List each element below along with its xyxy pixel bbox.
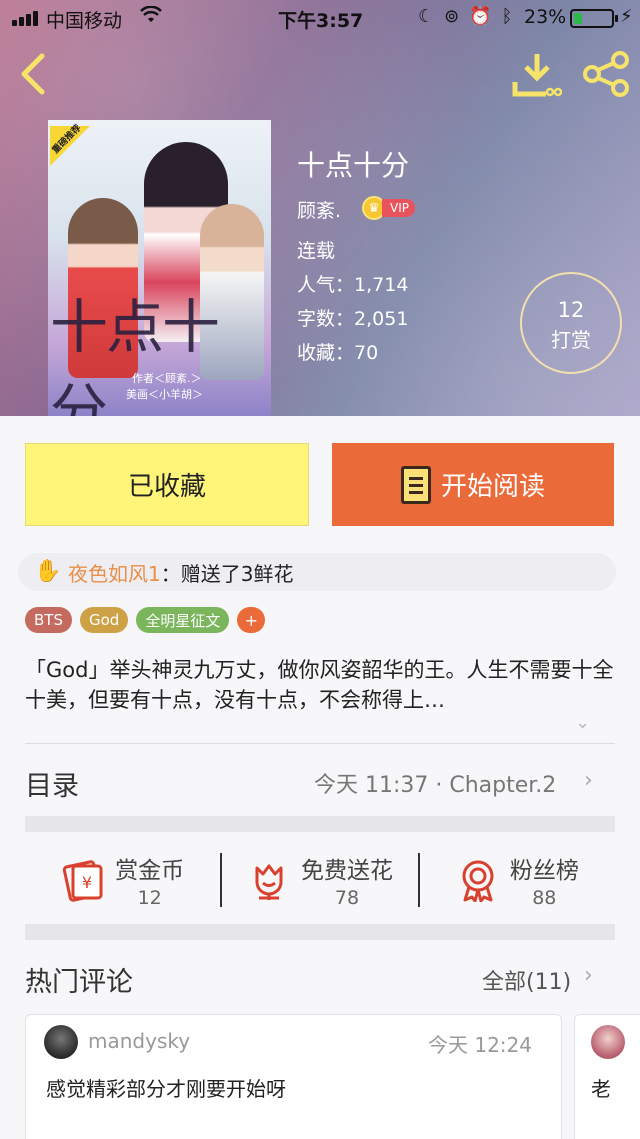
download-button[interactable] [512, 52, 563, 98]
word-count-stat: 字数：2,051 [297, 308, 409, 330]
share-button[interactable] [582, 50, 630, 98]
expand-chevron-icon[interactable]: ⌄ [575, 712, 597, 734]
coin-tip-count: 12 [137, 887, 162, 909]
status-icons: ☾ ⊚ ⏰ ᛒ [418, 6, 512, 27]
gift-user[interactable]: 夜色如风1 [68, 558, 161, 587]
comment-card[interactable]: 老 [574, 1014, 640, 1139]
section-divider [25, 924, 615, 940]
comment-time: 今天 12:24 [428, 1033, 532, 1057]
engagement-actions: ¥ 赏金币 12 免费送花 78 粉丝榜 88 [25, 836, 615, 924]
comment-text: 老 [591, 1077, 611, 1101]
battery-percent: 23% [524, 6, 567, 28]
book-cover[interactable]: 重磅推荐 十点十分 作者＜顾紊.＞ 美画＜小羊胡＞ [48, 120, 271, 416]
send-flower-label: 免费送花 [300, 858, 393, 884]
moon-icon: ☾ [418, 6, 435, 27]
book-description: 「God」举头神灵九万丈，做你风姿韶华的王。人生不需要十全十美，但要有十点，没有… [25, 658, 614, 712]
book-title: 十点十分 [297, 149, 410, 182]
divider [25, 743, 615, 744]
tag[interactable]: God [79, 607, 129, 633]
cover-credit-art: 美画＜小羊胡＞ [126, 388, 203, 401]
gift-notice: ✋ 夜色如风1 ：赠送了3鲜花 [18, 553, 616, 591]
chevron-right-icon: › [584, 963, 593, 988]
cover-credit-author: 作者＜顾紊.＞ [132, 372, 202, 385]
serial-status: 连载 [297, 240, 336, 262]
tip-button[interactable]: 12 打赏 [520, 272, 622, 374]
tag[interactable]: BTS [25, 607, 72, 633]
favorites-stat: 收藏：70 [297, 342, 379, 364]
add-tag-button[interactable]: + [237, 607, 266, 633]
signal-icon [12, 11, 38, 26]
comment-text: 感觉精彩部分才刚要开始呀 [46, 1077, 286, 1101]
toc-latest-chapter[interactable]: 今天 11:37 · Chapter.2 [314, 767, 556, 799]
battery-icon [570, 9, 618, 28]
tip-label: 打赏 [551, 328, 591, 352]
tag[interactable]: 全明星征文 [136, 607, 230, 633]
chevron-right-icon: › [584, 768, 593, 793]
fan-ranking-count: 88 [532, 887, 557, 909]
back-chevron-icon [21, 53, 45, 95]
section-divider [25, 816, 615, 832]
lock-rotation-icon: ⊚ [444, 6, 460, 27]
clap-hand-icon: ✋ [34, 559, 62, 584]
avatar[interactable] [591, 1025, 625, 1059]
coin-tip-label: 赏金币 [115, 858, 185, 884]
hot-comments-label: 热门评论 [25, 967, 133, 998]
alarm-icon: ⏰ [469, 6, 492, 27]
comment-card[interactable]: mandysky 今天 12:24 感觉精彩部分才刚要开始呀 [25, 1014, 562, 1139]
clock-time: 下午3:57 [278, 10, 364, 32]
toc-label[interactable]: 目录 [25, 764, 79, 803]
author-name[interactable]: 顾紊. [297, 196, 341, 223]
send-flower-count: 78 [334, 887, 360, 909]
share-icon [583, 51, 629, 97]
tag-list: BTS God 全明星征文 + [25, 607, 266, 633]
coin-tip-button[interactable]: ¥ 赏金币 12 [25, 836, 220, 924]
vip-badge: ♛ VIP [362, 196, 415, 220]
coin-envelope-icon: ¥ [61, 858, 105, 902]
svg-text:¥: ¥ [82, 873, 92, 892]
download-icon [512, 54, 563, 97]
charging-bolt-icon: ⚡ [620, 6, 633, 27]
tip-count: 12 [557, 298, 585, 322]
fan-ranking-label: 粉丝榜 [509, 858, 579, 884]
carrier-label: 中国移动 [46, 10, 123, 32]
status-bar: 中国移动 下午3:57 ☾ ⊚ ⏰ ᛒ 23% ⚡ [0, 0, 640, 36]
ribbon-badge-icon [456, 858, 500, 902]
send-flower-button[interactable]: 免费送花 78 [222, 836, 417, 924]
book-icon [400, 465, 431, 504]
fan-ranking-button[interactable]: 粉丝榜 88 [420, 836, 615, 924]
start-reading-button[interactable]: 开始阅读 [332, 443, 614, 526]
favorited-button[interactable]: 已收藏 [25, 443, 309, 526]
comment-user[interactable]: mandysky [88, 1029, 190, 1053]
avatar[interactable] [44, 1025, 78, 1059]
bluetooth-icon: ᛒ [501, 6, 513, 27]
popularity-stat: 人气：1,714 [297, 274, 409, 296]
all-comments-link[interactable]: 全部(11) [482, 964, 571, 996]
back-button[interactable] [16, 52, 50, 96]
gift-message: ：赠送了3鲜花 [160, 561, 294, 586]
flower-icon [247, 858, 291, 902]
wifi-icon [140, 5, 162, 29]
